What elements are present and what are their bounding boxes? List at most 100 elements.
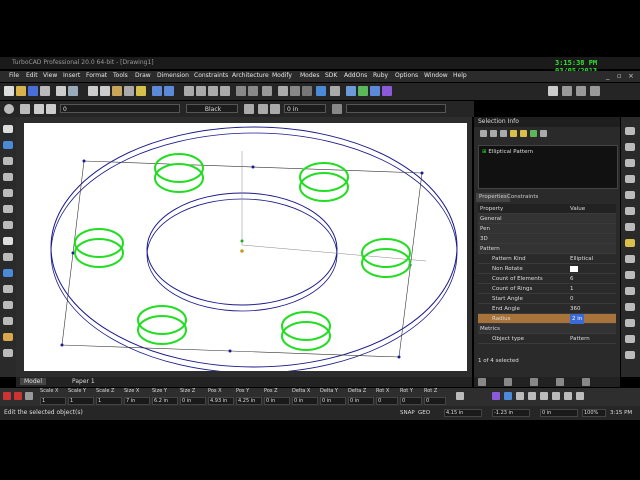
field-pos-y[interactable]: 4.25 in — [236, 397, 262, 405]
property-group-pen[interactable]: Pen — [478, 224, 616, 234]
settings-icon[interactable] — [590, 86, 600, 96]
cube-top-icon[interactable] — [358, 86, 368, 96]
redo-icon[interactable] — [164, 86, 174, 96]
property-row-radius[interactable]: Radius 2 in — [478, 314, 616, 324]
menu-edit[interactable]: Edit — [26, 72, 38, 79]
radius-input[interactable]: 2 in — [570, 314, 585, 324]
thickness-field[interactable]: 0 in — [284, 104, 326, 113]
field-size-y[interactable]: 6.2 in — [152, 397, 178, 405]
local-tool-icon[interactable] — [492, 392, 500, 400]
panel-tool-icon[interactable] — [520, 130, 527, 137]
cube-front-icon[interactable] — [370, 86, 380, 96]
field-delta-y[interactable]: 0 in — [320, 397, 346, 405]
copy-icon[interactable] — [100, 86, 110, 96]
polyline-tool-icon[interactable] — [3, 173, 13, 181]
insert-tool-icon[interactable] — [3, 285, 13, 293]
field-rot-x[interactable]: 0 — [376, 397, 398, 405]
field-size-x[interactable]: 7 in — [124, 397, 150, 405]
render-icon[interactable] — [302, 86, 312, 96]
local-tool-icon[interactable] — [576, 392, 584, 400]
menu-view[interactable]: View — [43, 72, 57, 79]
menu-dimension[interactable]: Dimension — [157, 72, 189, 79]
hidden-line-icon[interactable] — [290, 86, 300, 96]
view-icon[interactable] — [236, 86, 246, 96]
snap-icon[interactable] — [625, 223, 635, 231]
menu-options[interactable]: Options — [395, 72, 418, 79]
pen-icon[interactable] — [270, 104, 280, 114]
text-tool-icon[interactable] — [3, 237, 13, 245]
menu-constraints[interactable]: Constraints — [194, 72, 228, 79]
circle-tool-icon[interactable] — [3, 189, 13, 197]
pattern-origin-point[interactable] — [240, 249, 244, 253]
zoom-in-icon[interactable] — [184, 86, 194, 96]
tree-item[interactable]: ⊞ Elliptical Pattern — [482, 149, 533, 155]
point-tool-icon[interactable] — [3, 141, 13, 149]
cut-icon[interactable] — [88, 86, 98, 96]
selection-handle[interactable] — [82, 159, 86, 163]
print-preview-icon[interactable] — [68, 86, 78, 96]
curve-tool-icon[interactable] — [3, 221, 13, 229]
close-file-icon[interactable] — [40, 86, 50, 96]
pattern-cylinder[interactable] — [137, 305, 187, 345]
selection-handle[interactable] — [397, 355, 401, 359]
menu-sdk[interactable]: SDK — [325, 72, 337, 79]
field-pos-x[interactable]: 4.93 in — [208, 397, 234, 405]
render-quality-icon[interactable] — [316, 86, 326, 96]
panel-tab-icon[interactable] — [478, 378, 486, 386]
named-view-icon[interactable] — [248, 86, 258, 96]
open-folder-icon[interactable] — [16, 86, 26, 96]
outer-ellipse-top[interactable] — [50, 126, 458, 368]
panel-tool-icon[interactable] — [510, 130, 517, 137]
menu-window[interactable]: Window — [424, 72, 448, 79]
pattern-cylinder[interactable] — [74, 228, 124, 268]
layer-manager-icon[interactable] — [46, 104, 56, 114]
zoom-level[interactable]: 100% — [582, 409, 606, 417]
panel-tool-icon[interactable] — [480, 130, 487, 137]
3d-tool-icon[interactable] — [3, 333, 13, 341]
menu-help[interactable]: Help — [453, 72, 467, 79]
panel-tab-icon[interactable] — [582, 378, 590, 386]
select-arrow-icon[interactable] — [3, 125, 13, 133]
paste-icon[interactable] — [112, 86, 122, 96]
tab-constraints[interactable]: Constraints — [504, 193, 541, 202]
transform-tool-icon[interactable] — [3, 317, 13, 325]
property-group-pattern[interactable]: Pattern — [478, 244, 616, 254]
clear-icon[interactable] — [124, 86, 134, 96]
local-tool-icon[interactable] — [552, 392, 560, 400]
menu-architecture[interactable]: Architecture — [232, 72, 269, 79]
menu-tools[interactable]: Tools — [113, 72, 128, 79]
field-pos-z[interactable]: 0 in — [264, 397, 290, 405]
new-file-icon[interactable] — [4, 86, 14, 96]
layer-select[interactable]: 0 — [60, 104, 180, 113]
panel-tab-icon[interactable] — [530, 378, 538, 386]
layer-icon[interactable] — [20, 104, 30, 114]
cancel-icon[interactable] — [3, 392, 11, 400]
snap-icon[interactable] — [625, 127, 635, 135]
property-row-count-of-rings[interactable]: Count of Rings 1 — [478, 284, 616, 294]
snap-icon[interactable] — [625, 287, 635, 295]
geo-toggle[interactable]: GEO — [418, 410, 430, 416]
cube-view-icon[interactable] — [346, 86, 356, 96]
non-rotate-checkbox[interactable] — [570, 266, 578, 272]
arc-tool-icon[interactable] — [3, 205, 13, 213]
coord-y-field[interactable]: -1.23 in — [492, 409, 530, 417]
hatch-tool-icon[interactable] — [3, 269, 13, 277]
snap-icon[interactable] — [625, 191, 635, 199]
snap-icon[interactable] — [625, 335, 635, 343]
coord-z-field[interactable]: 0 in — [540, 409, 578, 417]
tab-model[interactable]: Model — [20, 378, 47, 385]
snap-icon[interactable] — [625, 175, 635, 183]
stop-icon[interactable] — [14, 392, 22, 400]
field-delta-z[interactable]: 0 in — [348, 397, 374, 405]
restore-icon[interactable]: ▫ — [617, 72, 622, 80]
menu-format[interactable]: Format — [86, 72, 107, 79]
measure-tool-icon[interactable] — [3, 349, 13, 357]
coord-x-field[interactable]: 4.15 in — [444, 409, 482, 417]
print-icon[interactable] — [56, 86, 66, 96]
menu-file[interactable]: File — [9, 72, 19, 79]
center-marker[interactable] — [240, 239, 244, 243]
panel-tab-icon[interactable] — [556, 378, 564, 386]
snap-icon[interactable] — [625, 143, 635, 151]
snap-settings-icon[interactable] — [34, 104, 44, 114]
property-group-general[interactable]: General — [478, 214, 616, 224]
